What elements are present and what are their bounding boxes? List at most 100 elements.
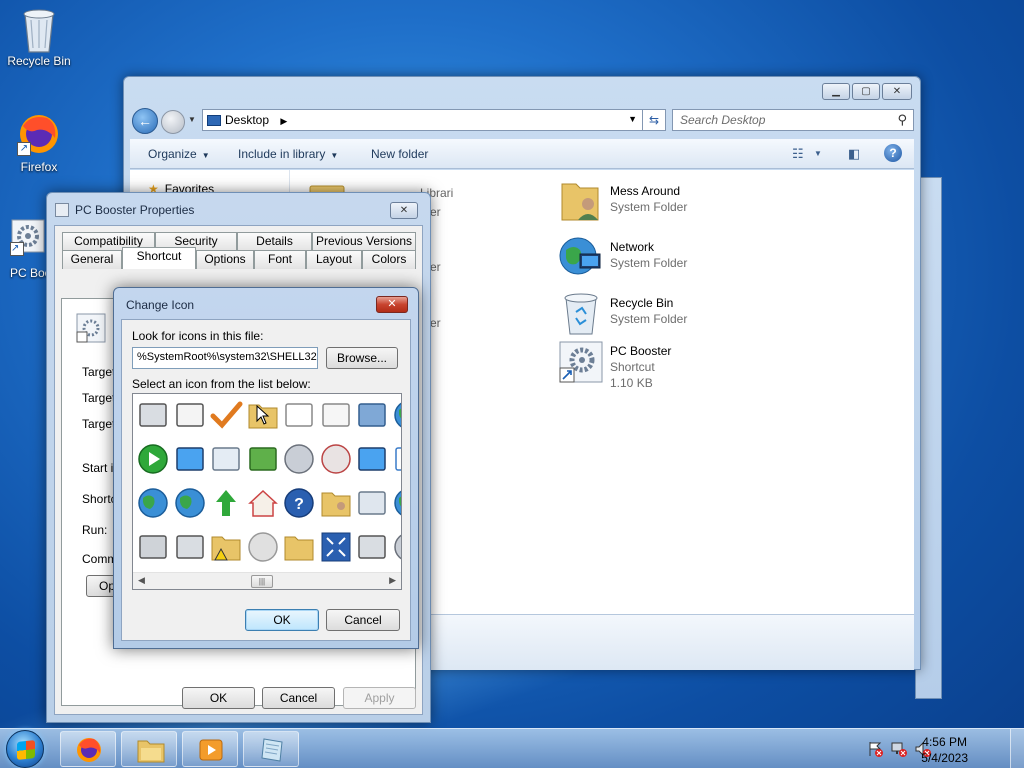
file-item-network[interactable]: Network System Folder — [558, 234, 808, 284]
globe-network-icon[interactable] — [136, 486, 170, 520]
show-desktop-button[interactable] — [1010, 729, 1024, 768]
scroll-right-icon[interactable]: ▶ — [389, 575, 396, 586]
file-item-pc-booster[interactable]: PC Booster Shortcut 1.10 KB — [558, 338, 808, 398]
taskbar: 4:56 PM 5/4/2023 — [0, 728, 1024, 768]
close-button[interactable]: ✕ — [376, 296, 408, 313]
checkmark-icon[interactable] — [209, 398, 243, 432]
media-player-icon — [197, 736, 225, 764]
icon-file-path-input[interactable]: %SystemRoot%\system32\SHELL32.dll — [132, 347, 318, 369]
users-folder-icon[interactable] — [319, 486, 353, 520]
organize-menu[interactable]: Organize ▼ — [148, 147, 210, 161]
tab-layout[interactable]: Layout — [306, 250, 362, 269]
search-icon[interactable]: ⚲ — [897, 112, 907, 128]
ghost-sub: er — [430, 205, 441, 219]
printer-icon[interactable] — [136, 398, 170, 432]
taskbar-explorer[interactable] — [121, 731, 177, 767]
browse-button[interactable]: Browse... — [326, 347, 398, 369]
monitor-brush-icon[interactable] — [173, 442, 207, 476]
globe-icon[interactable] — [392, 398, 401, 432]
cd-icon[interactable] — [319, 442, 353, 476]
preview-pane-icon[interactable]: ◧ — [848, 146, 860, 162]
back-button[interactable]: ← — [132, 108, 158, 134]
mail-icon[interactable] — [319, 398, 353, 432]
computer-network-icon[interactable] — [355, 442, 389, 476]
document-delete-icon[interactable] — [282, 398, 316, 432]
scroll-left-icon[interactable]: ◀ — [138, 575, 145, 586]
ok-button[interactable]: OK — [182, 687, 255, 709]
explorer-folder-icon — [136, 736, 165, 764]
disc-search-icon[interactable] — [282, 442, 316, 476]
play-icon[interactable] — [136, 442, 170, 476]
search-placeholder: Search Desktop — [680, 113, 766, 127]
recycle-bin-icon — [17, 6, 61, 53]
address-dropdown-icon[interactable]: ▼ — [628, 114, 637, 124]
system-clock[interactable]: 4:56 PM 5/4/2023 — [921, 734, 968, 766]
shortcut-gear-icon — [76, 313, 106, 343]
dvd-icon[interactable] — [246, 530, 280, 564]
window-icon[interactable] — [355, 486, 389, 520]
cancel-button[interactable]: Cancel — [326, 609, 400, 631]
desktop-icon-label: Firefox — [20, 160, 58, 174]
printer-fax-icon[interactable] — [355, 530, 389, 564]
cancel-button[interactable]: Cancel — [262, 687, 335, 709]
refresh-button[interactable]: ⇆ — [642, 109, 666, 131]
minimize-button[interactable]: ▁ — [822, 83, 850, 100]
ghost-sub: er — [430, 316, 441, 330]
file-item-mess-around[interactable]: Mess Around System Folder — [558, 178, 808, 228]
globe2-icon[interactable] — [392, 486, 401, 520]
tab-previous-versions[interactable]: Previous Versions — [312, 232, 416, 251]
maximize-button[interactable]: ▢ — [852, 83, 880, 100]
shortcut-gear-icon — [558, 338, 604, 384]
close-button[interactable]: ✕ — [882, 83, 912, 100]
scrollbar-thumb[interactable]: ||| — [251, 575, 273, 588]
new-folder-button[interactable]: New folder — [371, 147, 428, 161]
tab-font[interactable]: Font — [254, 250, 306, 269]
network-status-icon[interactable] — [891, 741, 907, 757]
taskbar-notepad[interactable] — [243, 731, 299, 767]
change-icon-body: Look for icons in this file: %SystemRoot… — [121, 319, 411, 641]
disc2-icon[interactable] — [392, 530, 401, 564]
camera-icon[interactable] — [136, 530, 170, 564]
horizontal-scrollbar[interactable]: ◀ ||| ▶ — [133, 572, 401, 589]
recent-pages-dropdown[interactable]: ▼ — [188, 115, 196, 124]
taskbar-firefox[interactable] — [60, 731, 116, 767]
users-icon[interactable] — [355, 398, 389, 432]
tab-options[interactable]: Options — [196, 250, 254, 269]
help-icon[interactable]: ? — [282, 486, 316, 520]
start-button[interactable] — [6, 730, 44, 768]
tab-details[interactable]: Details — [237, 232, 312, 251]
help-icon[interactable]: ? — [884, 144, 902, 162]
user-folder-icon — [558, 178, 604, 224]
view-options-dropdown-icon[interactable]: ▼ — [814, 149, 822, 158]
forward-button[interactable] — [161, 110, 185, 134]
checklist-icon[interactable] — [392, 442, 401, 476]
tab-shortcut[interactable]: Shortcut — [122, 247, 196, 269]
desktop-icon-firefox[interactable]: ↗ Firefox — [1, 112, 77, 174]
apply-button[interactable]: Apply — [343, 687, 416, 709]
breadcrumb-arrow-icon[interactable]: ▶ — [280, 116, 287, 126]
home-network-icon[interactable] — [246, 486, 280, 520]
include-in-library-menu[interactable]: Include in library ▼ — [238, 147, 338, 161]
up-arrow-icon[interactable] — [209, 486, 243, 520]
taskbar-media-player[interactable] — [182, 731, 238, 767]
search-input[interactable]: Search Desktop ⚲ — [672, 109, 914, 131]
windows-logo-icon — [17, 740, 35, 760]
action-center-flag-icon[interactable] — [868, 741, 884, 757]
projector-icon[interactable] — [173, 398, 207, 432]
folder-icon[interactable] — [282, 530, 316, 564]
desktop-icon-recycle-bin[interactable]: Recycle Bin — [1, 6, 77, 68]
network-tree-icon[interactable] — [246, 442, 280, 476]
file-item-recycle-bin[interactable]: Recycle Bin System Folder — [558, 290, 808, 340]
tab-colors[interactable]: Colors — [362, 250, 416, 269]
tab-general[interactable]: General — [62, 250, 122, 269]
scanner-icon[interactable] — [173, 530, 207, 564]
address-bar[interactable]: Desktop ▶ ▼ — [202, 109, 644, 131]
close-button[interactable]: ✕ — [390, 202, 418, 219]
change-view-icon[interactable]: ☷ — [792, 146, 804, 162]
ok-button[interactable]: OK — [245, 609, 319, 631]
recycle-bin-full-icon[interactable] — [209, 442, 243, 476]
globe-image-icon[interactable] — [173, 486, 207, 520]
fullscreen-icon[interactable] — [319, 530, 353, 564]
shortcut-arrow-icon: ↗ — [10, 242, 24, 256]
folders-warning-icon[interactable] — [209, 530, 243, 564]
